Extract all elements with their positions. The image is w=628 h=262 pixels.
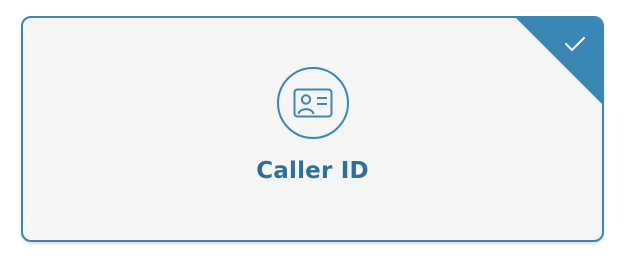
id-card-icon: [293, 88, 333, 118]
card-label: Caller ID: [256, 158, 369, 184]
caller-id-option-card[interactable]: Caller ID: [21, 16, 604, 242]
selected-corner-triangle: [516, 18, 602, 104]
selected-corner-badge: [514, 18, 602, 106]
id-card-icon-circle: [277, 67, 349, 139]
